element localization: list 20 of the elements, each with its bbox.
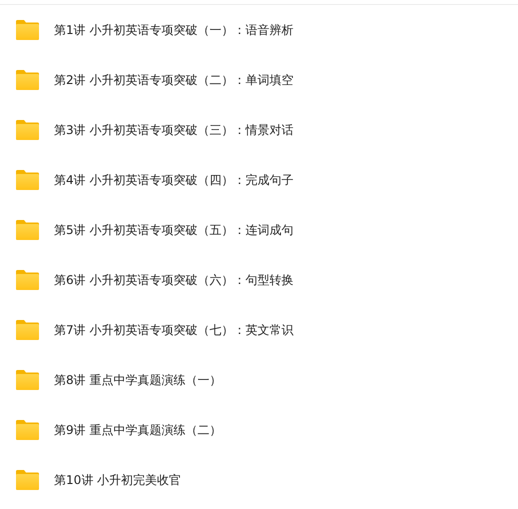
folder-icon xyxy=(15,469,40,491)
folder-name[interactable]: 第9讲 重点中学真题演练（二） xyxy=(54,422,222,438)
folder-name[interactable]: 第1讲 小升初英语专项突破（一）：语音辨析 xyxy=(54,22,294,38)
folder-name[interactable]: 第5讲 小升初英语专项突破（五）：连词成句 xyxy=(54,222,294,238)
folder-name[interactable]: 第7讲 小升初英语专项突破（七）：英文常识 xyxy=(54,322,294,338)
folder-name[interactable]: 第3讲 小升初英语专项突破（三）：情景对话 xyxy=(54,122,294,138)
folder-name[interactable]: 第8讲 重点中学真题演练（一） xyxy=(54,372,222,388)
folder-icon xyxy=(15,319,40,341)
folder-icon xyxy=(15,169,40,191)
folder-icon xyxy=(15,269,40,291)
folder-name[interactable]: 第4讲 小升初英语专项突破（四）：完成句子 xyxy=(54,172,294,188)
folder-name[interactable]: 第10讲 小升初完美收官 xyxy=(54,472,182,488)
folder-icon xyxy=(15,19,40,41)
folder-name[interactable]: 第2讲 小升初英语专项突破（二）：单词填空 xyxy=(54,72,294,88)
folder-icon xyxy=(15,369,40,391)
folder-icon xyxy=(15,69,40,91)
folder-name[interactable]: 第6讲 小升初英语专项突破（六）：句型转换 xyxy=(54,272,294,288)
folder-icon xyxy=(15,119,40,141)
folder-icon xyxy=(15,219,40,241)
folder-icon xyxy=(15,419,40,441)
